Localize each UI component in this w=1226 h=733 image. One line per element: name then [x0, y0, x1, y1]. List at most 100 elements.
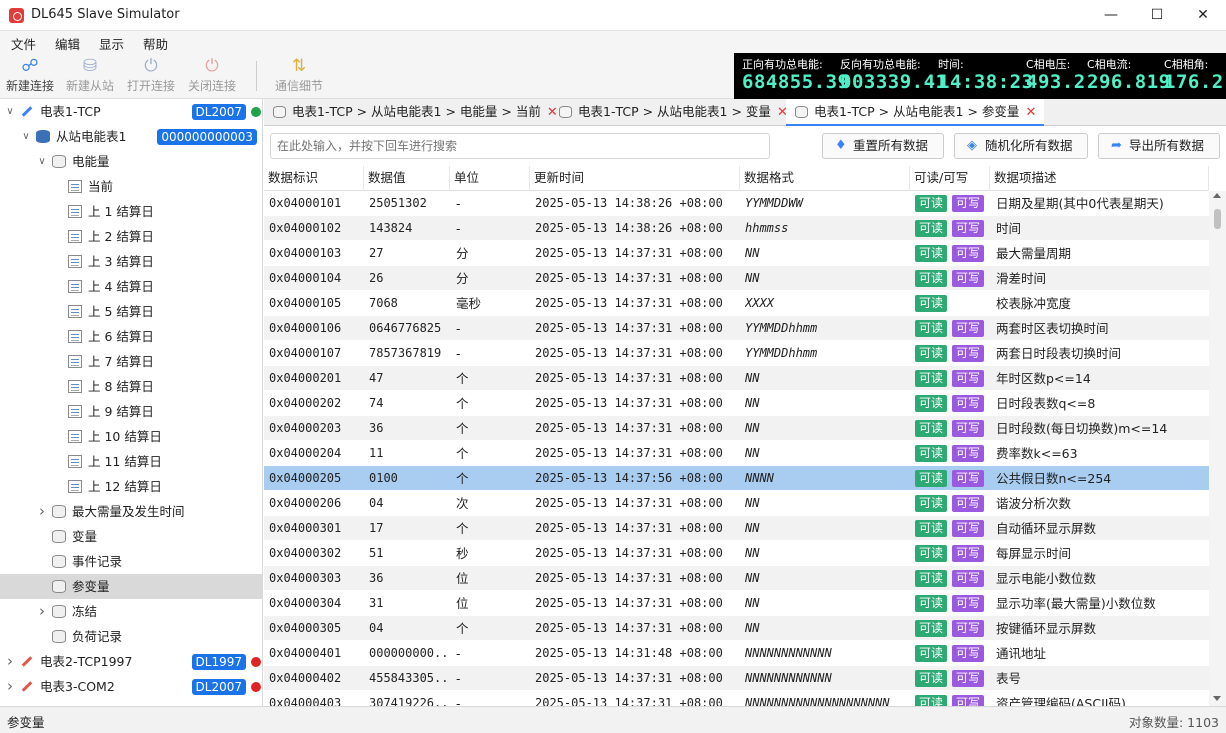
table-row[interactable]: 0x04000403 307419226... - 2025-05-13 14:37:…	[264, 691, 1209, 706]
tree-node[interactable]: ∨ 电表1-TCP DL2007	[0, 99, 262, 124]
table-row[interactable]: 0x04000203 36 个 2025-05-13 14:37:31 +08:00 N…	[264, 416, 1209, 441]
table-row[interactable]: 0x04000103 27 分 2025-05-13 14:37:31 +08:00 N…	[264, 241, 1209, 266]
table-row[interactable]: 0x04000105 7068 毫秒 2025-05-13 14:37:31 +08:…	[264, 291, 1209, 316]
col-header-desc[interactable]: 数据项描述	[990, 166, 1209, 191]
tree-node[interactable]: 上 11 结算日	[0, 449, 262, 474]
tree-node[interactable]: › 最大需量及发生时间	[0, 499, 262, 524]
maximize-button[interactable]: ☐	[1134, 0, 1180, 31]
cell-value[interactable]: 27	[369, 241, 449, 266]
scroll-up-icon[interactable]	[1213, 193, 1221, 198]
cell-value[interactable]: 26	[369, 266, 449, 291]
chevron-down-icon[interactable]: ∨	[4, 99, 16, 124]
cell-value[interactable]: 000000000...	[369, 641, 449, 666]
tree-node[interactable]: 上 10 结算日	[0, 424, 262, 449]
chevron-right-icon[interactable]: ›	[36, 499, 48, 524]
chevron-down-icon[interactable]: ∨	[36, 149, 48, 174]
tree-node[interactable]: ∨ 从站电能表1 000000000003	[0, 124, 262, 149]
table-row[interactable]: 0x04000206 04 次 2025-05-13 14:37:31 +08:00 N…	[264, 491, 1209, 516]
table-row[interactable]: 0x04000303 36 位 2025-05-13 14:37:31 +08:00 N…	[264, 566, 1209, 591]
cell-value[interactable]: 74	[369, 391, 449, 416]
tree-node[interactable]: 上 2 结算日	[0, 224, 262, 249]
table-row[interactable]: 0x04000205 0100 个 2025-05-13 14:37:56 +08:0…	[264, 466, 1209, 491]
menu-view[interactable]: 显示	[99, 34, 124, 53]
cell-value[interactable]: 143824	[369, 216, 449, 241]
tree-node[interactable]: 上 8 结算日	[0, 374, 262, 399]
chevron-right-icon[interactable]: ›	[36, 599, 48, 624]
tree-node[interactable]: 上 6 结算日	[0, 324, 262, 349]
table-row[interactable]: 0x04000107 7857367819- 2025-05-13 14:37:31…	[264, 341, 1209, 366]
comm-details-button[interactable]: ⇅ 通信细节	[272, 55, 326, 97]
table-row[interactable]: 0x04000305 04 个 2025-05-13 14:37:31 +08:00 N…	[264, 616, 1209, 641]
tree-node[interactable]: 负荷记录	[0, 624, 262, 649]
cell-value[interactable]: 0646776825	[369, 316, 449, 341]
col-header-unit[interactable]: 单位	[450, 166, 530, 191]
cell-value[interactable]: 04	[369, 491, 449, 516]
col-header-id[interactable]: 数据标识	[264, 166, 364, 191]
grid-scrollbar[interactable]	[1209, 191, 1226, 706]
tree-node[interactable]: ∨ 电能量	[0, 149, 262, 174]
cell-value[interactable]: 17	[369, 516, 449, 541]
open-connection-button[interactable]: ⏻ 打开连接	[124, 55, 178, 97]
col-header-value[interactable]: 数据值	[364, 166, 450, 191]
table-row[interactable]: 0x04000304 31 位 2025-05-13 14:37:31 +08:00 N…	[264, 591, 1209, 616]
tree-node[interactable]: 上 7 结算日	[0, 349, 262, 374]
tree-node[interactable]: 上 4 结算日	[0, 274, 262, 299]
scroll-thumb[interactable]	[1214, 209, 1221, 229]
tree-node[interactable]: › 冻结	[0, 599, 262, 624]
table-row[interactable]: 0x04000204 11 个 2025-05-13 14:37:31 +08:00 N…	[264, 441, 1209, 466]
close-connection-button[interactable]: ⏻ 关闭连接	[185, 55, 239, 97]
scroll-down-icon[interactable]	[1213, 696, 1221, 701]
cell-value[interactable]: 51	[369, 541, 449, 566]
new-connection-button[interactable]: ☍ 新建连接	[3, 55, 57, 97]
close-tab-icon[interactable]: ✕	[1025, 105, 1036, 120]
cell-value[interactable]: 36	[369, 566, 449, 591]
reset-all-button[interactable]: ♦ 重置所有数据	[822, 133, 944, 159]
table-row[interactable]: 0x04000301 17 个 2025-05-13 14:37:31 +08:00 N…	[264, 516, 1209, 541]
cell-value[interactable]: 7068	[369, 291, 449, 316]
cell-value[interactable]: 455843305...	[369, 666, 449, 691]
menu-file[interactable]: 文件	[11, 34, 36, 53]
table-row[interactable]: 0x04000106 0646776825- 2025-05-13 14:37:31…	[264, 316, 1209, 341]
col-header-time[interactable]: 更新时间	[530, 166, 740, 191]
table-row[interactable]: 0x04000401 000000000... - 2025-05-13 14:31:…	[264, 641, 1209, 666]
chevron-down-icon[interactable]: ∨	[20, 124, 32, 149]
col-header-format[interactable]: 数据格式	[740, 166, 910, 191]
cell-value[interactable]: 47	[369, 366, 449, 391]
cell-value[interactable]: 25051302	[369, 191, 449, 216]
minimize-button[interactable]: —	[1088, 0, 1134, 31]
cell-value[interactable]: 36	[369, 416, 449, 441]
tree-node[interactable]: 上 9 结算日	[0, 399, 262, 424]
table-row[interactable]: 0x04000202 74 个 2025-05-13 14:37:31 +08:00 N…	[264, 391, 1209, 416]
tree-node[interactable]: › 电表3-COM2 DL2007	[0, 674, 262, 699]
close-window-button[interactable]: ✕	[1180, 0, 1226, 31]
cell-value[interactable]: 7857367819	[369, 341, 449, 366]
tree-node[interactable]: › 电表2-TCP1997 DL1997	[0, 649, 262, 674]
cell-value[interactable]: 31	[369, 591, 449, 616]
table-row[interactable]: 0x04000302 51 秒 2025-05-13 14:37:31 +08:00 N…	[264, 541, 1209, 566]
tab-3[interactable]: 电表1-TCP > 从站电能表1 > 参变量 ✕	[786, 99, 1045, 126]
table-row[interactable]: 0x04000104 26 分 2025-05-13 14:37:31 +08:00 N…	[264, 266, 1209, 291]
tree-node[interactable]: 上 3 结算日	[0, 249, 262, 274]
randomize-all-button[interactable]: ◈ 随机化所有数据	[954, 133, 1088, 159]
cell-value[interactable]: 11	[369, 441, 449, 466]
tree-node[interactable]: 变量	[0, 524, 262, 549]
table-row[interactable]: 0x04000402 455843305... - 2025-05-13 14:37:…	[264, 666, 1209, 691]
cell-value[interactable]: 04	[369, 616, 449, 641]
table-row[interactable]: 0x04000102 143824- 2025-05-13 14:38:26 +08…	[264, 216, 1209, 241]
table-row[interactable]: 0x04000101 25051302- 2025-05-13 14:38:26 +…	[264, 191, 1209, 216]
tree-node[interactable]: 事件记录	[0, 549, 262, 574]
tree-node[interactable]: 上 12 结算日	[0, 474, 262, 499]
tree-node[interactable]: 参变量	[0, 574, 262, 599]
cell-value[interactable]: 0100	[369, 466, 449, 491]
chevron-right-icon[interactable]: ›	[4, 674, 16, 699]
menu-edit[interactable]: 编辑	[55, 34, 80, 53]
tree-node[interactable]: 当前	[0, 174, 262, 199]
tab-2[interactable]: 电表1-TCP > 从站电能表1 > 变量 ✕	[550, 99, 796, 126]
cell-value[interactable]: 307419226...	[369, 691, 449, 706]
search-input[interactable]	[270, 133, 770, 159]
col-header-rw[interactable]: 可读/可写	[910, 166, 990, 191]
tree-node[interactable]: 上 5 结算日	[0, 299, 262, 324]
tab-1[interactable]: 电表1-TCP > 从站电能表1 > 电能量 > 当前 ✕	[264, 99, 566, 126]
tree-node[interactable]: 上 1 结算日	[0, 199, 262, 224]
export-all-button[interactable]: ➦ 导出所有数据	[1098, 133, 1220, 159]
